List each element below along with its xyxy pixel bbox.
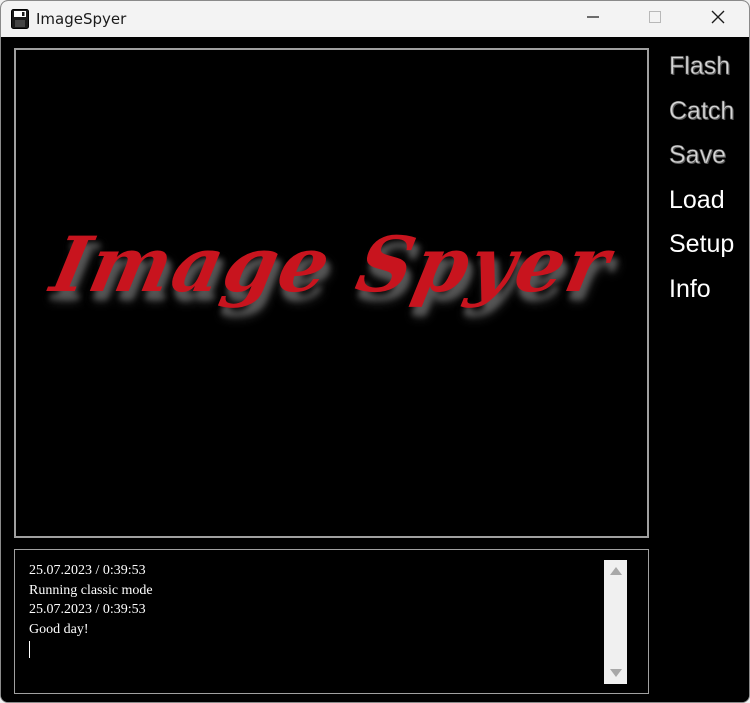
maximize-button[interactable] <box>624 1 686 37</box>
log-line: Running classic mode <box>29 582 153 598</box>
maximize-icon <box>649 10 661 28</box>
side-menu: Flash Catch Save Load Setup Info <box>669 51 747 318</box>
client-area: Image Spyer 25.07.2023 / 0:39:53 Running… <box>1 37 749 702</box>
close-icon <box>711 10 725 29</box>
scroll-down-button[interactable] <box>604 664 627 682</box>
floppy-disk-icon <box>11 9 29 29</box>
app-window: ImageSpyer Image Spyer 25.07.2023 / 0:39… <box>0 0 750 703</box>
menu-setup-button[interactable]: Setup <box>669 229 747 274</box>
log-line: Good day! <box>29 621 89 637</box>
minimize-icon <box>587 10 599 28</box>
menu-save-button[interactable]: Save <box>669 140 747 185</box>
image-display-panel: Image Spyer <box>14 48 649 538</box>
text-caret <box>29 641 30 658</box>
menu-flash-button[interactable]: Flash <box>669 51 747 96</box>
scroll-up-button[interactable] <box>604 562 627 580</box>
window-title: ImageSpyer <box>36 10 127 28</box>
log-line: 25.07.2023 / 0:39:53 <box>29 602 146 617</box>
menu-catch-button[interactable]: Catch <box>669 96 747 141</box>
log-text-area[interactable]: 25.07.2023 / 0:39:53 Running classic mod… <box>29 561 599 665</box>
log-panel[interactable]: 25.07.2023 / 0:39:53 Running classic mod… <box>14 549 649 694</box>
title-bar[interactable]: ImageSpyer <box>1 1 749 37</box>
menu-info-button[interactable]: Info <box>669 274 747 319</box>
arrow-down-icon <box>609 664 622 682</box>
log-line: 25.07.2023 / 0:39:53 <box>29 563 146 578</box>
arrow-up-icon <box>609 562 622 580</box>
close-button[interactable] <box>687 1 749 37</box>
minimize-button[interactable] <box>562 1 624 37</box>
menu-load-button[interactable]: Load <box>669 185 747 230</box>
log-scrollbar[interactable] <box>604 560 627 684</box>
logo-text: Image Spyer <box>44 220 619 309</box>
